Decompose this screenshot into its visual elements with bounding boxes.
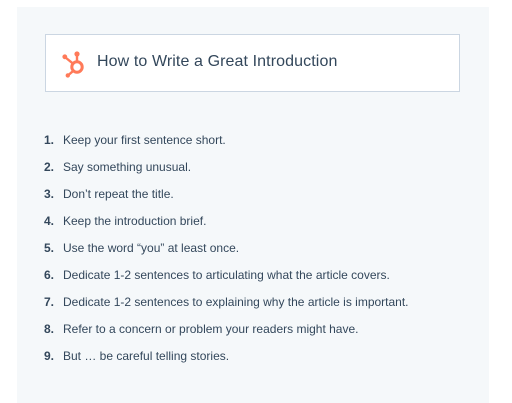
item-number: 1. bbox=[44, 132, 55, 147]
list-item: 8. Refer to a concern or problem your re… bbox=[44, 315, 409, 342]
item-text: Dedicate 1-2 sentences to articulating w… bbox=[63, 267, 390, 282]
list-item: 6. Dedicate 1-2 sentences to articulatin… bbox=[44, 261, 409, 288]
hubspot-sprocket-icon bbox=[62, 51, 84, 78]
item-text: Use the word “you” at least once. bbox=[63, 240, 240, 255]
item-text: But … be careful telling stories. bbox=[63, 348, 230, 363]
item-number: 6. bbox=[44, 267, 55, 282]
intro-tips-list: 1. Keep your first sentence short. 2. Sa… bbox=[44, 126, 409, 369]
item-text: Keep your first sentence short. bbox=[63, 132, 226, 147]
list-item: 9. But … be careful telling stories. bbox=[44, 342, 409, 369]
item-text: Keep the introduction brief. bbox=[63, 213, 207, 228]
list-item: 4. Keep the introduction brief. bbox=[44, 207, 409, 234]
item-text: Dedicate 1-2 sentences to explaining why… bbox=[63, 294, 409, 309]
list-item: 2. Say something unusual. bbox=[44, 153, 409, 180]
item-number: 4. bbox=[44, 213, 55, 228]
content-panel: How to Write a Great Introduction 1. Kee… bbox=[17, 7, 489, 403]
page-title: How to Write a Great Introduction bbox=[97, 53, 338, 70]
item-number: 5. bbox=[44, 240, 55, 255]
item-number: 3. bbox=[44, 186, 55, 201]
item-text: Say something unusual. bbox=[63, 159, 192, 174]
item-number: 7. bbox=[44, 294, 55, 309]
item-number: 2. bbox=[44, 159, 55, 174]
list-item: 3. Don’t repeat the title. bbox=[44, 180, 409, 207]
list-item: 1. Keep your first sentence short. bbox=[44, 126, 409, 153]
item-number: 9. bbox=[44, 348, 55, 363]
item-text: Refer to a concern or problem your reade… bbox=[63, 321, 359, 336]
item-text: Don’t repeat the title. bbox=[63, 186, 174, 201]
list-item: 7. Dedicate 1-2 sentences to explaining … bbox=[44, 288, 409, 315]
item-number: 8. bbox=[44, 321, 55, 336]
title-card: How to Write a Great Introduction bbox=[45, 34, 460, 92]
list-item: 5. Use the word “you” at least once. bbox=[44, 234, 409, 261]
